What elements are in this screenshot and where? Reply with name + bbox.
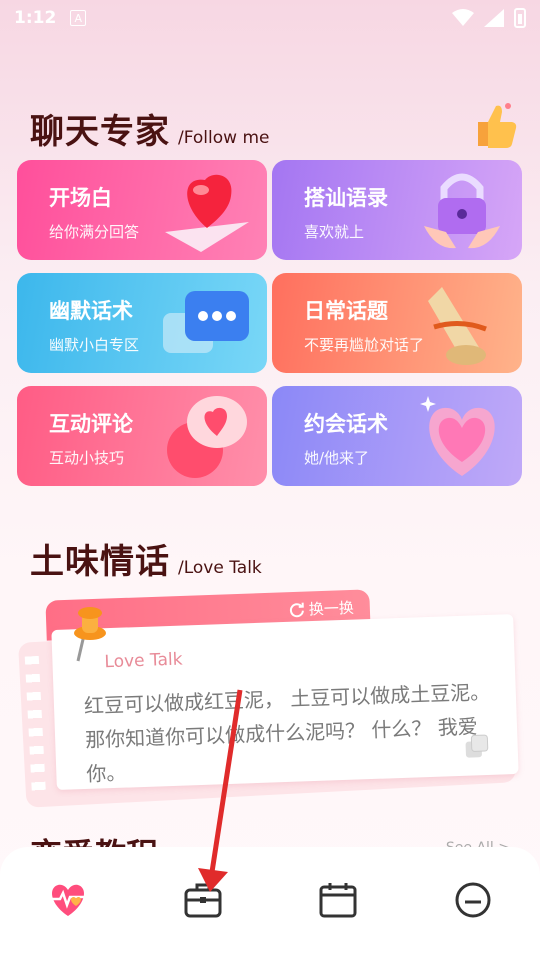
- refresh-icon: [289, 602, 304, 617]
- chat-bubble-icon: [163, 291, 249, 353]
- copy-icon[interactable]: [463, 733, 490, 760]
- scroll-icon: [428, 287, 487, 365]
- briefcase-icon: [184, 883, 221, 918]
- swap-button[interactable]: 换一换: [288, 597, 354, 620]
- section-title-love-talk: 土味情话 /Love Talk: [30, 534, 262, 583]
- wifi-icon: [452, 9, 474, 26]
- heart-icon: [420, 396, 495, 476]
- status-bar: 1:12 A: [0, 0, 540, 36]
- love-talk-card: Love Talk 红豆可以做成红豆泥， 土豆可以做成土豆泥。 那你知道你可以做…: [51, 613, 519, 791]
- section-title: 聊天专家: [30, 112, 170, 152]
- status-time: 1:12: [14, 8, 57, 28]
- nav-home[interactable]: [44, 882, 92, 930]
- heart-bubble-icon: [167, 396, 247, 478]
- bottom-nav: [0, 847, 540, 960]
- card-date-talk[interactable]: 约会话术 她/他来了: [272, 386, 522, 486]
- heart-paper-plane-icon: [165, 174, 249, 252]
- section-title-chat-expert: 聊天专家 /Follow me: [30, 104, 269, 153]
- section-subtitle: /Love Talk: [178, 558, 262, 578]
- card-humor-talk[interactable]: 幽默话术 幽默小白专区: [17, 273, 267, 373]
- card-daily-topics[interactable]: 日常话题 不要再尴尬对话了: [272, 273, 522, 373]
- pushpin-icon: [74, 607, 106, 662]
- section-subtitle: /Follow me: [178, 128, 270, 148]
- nav-calendar[interactable]: [314, 882, 362, 930]
- card-opening-line[interactable]: 开场白 给你满分回答: [17, 160, 267, 260]
- love-talk-label: Love Talk: [104, 649, 183, 673]
- card-interactive-comments[interactable]: 互动评论 互动小技巧: [17, 386, 267, 486]
- nav-profile[interactable]: [449, 882, 497, 930]
- battery-icon: [514, 8, 526, 28]
- notification-icon: A: [70, 10, 87, 26]
- perforation: [24, 655, 46, 793]
- love-talk-text: 红豆可以做成红豆泥， 土豆可以做成土豆泥。 那你知道你可以做成什么泥吗？ 什么？…: [83, 679, 491, 786]
- thumbs-up-icon: [478, 103, 517, 148]
- calendar-icon: [319, 883, 356, 918]
- face-icon: [455, 882, 490, 918]
- card-pickup-lines[interactable]: 搭讪语录 喜欢就上: [272, 160, 522, 260]
- section-title: 土味情话: [30, 542, 170, 582]
- padlock-hands-icon: [424, 173, 500, 249]
- swap-label: 换一换: [308, 598, 355, 619]
- heart-pulse-icon: [51, 884, 84, 916]
- nav-toolbox[interactable]: [179, 882, 227, 930]
- signal-icon: [484, 9, 504, 27]
